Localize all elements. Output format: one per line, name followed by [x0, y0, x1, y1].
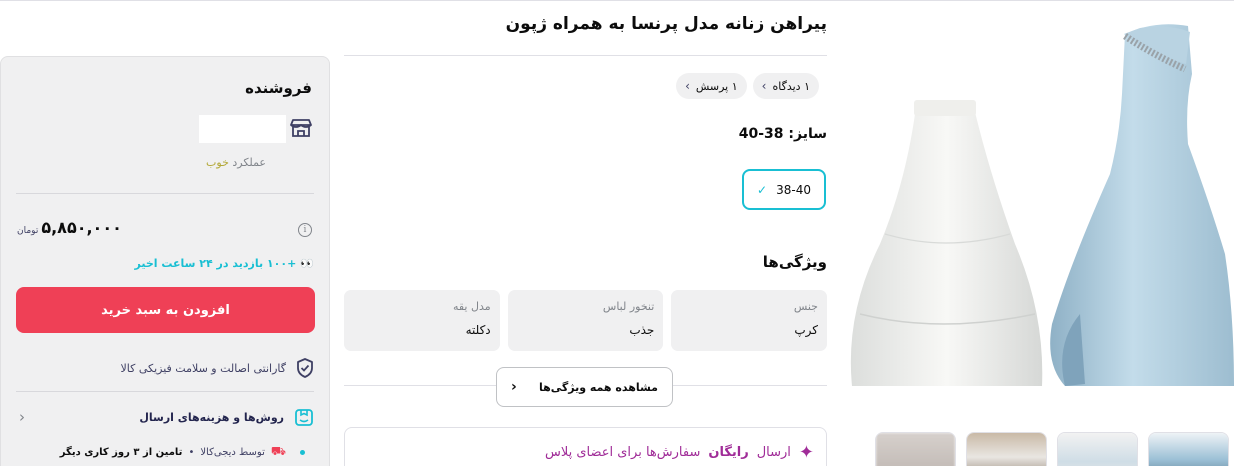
- seller-performance: عملکرد خوب: [206, 156, 266, 169]
- delivery-info: ⛟ توسط دیجی‌کالا • تامین از ۳ روز کاری د…: [60, 444, 305, 460]
- see-all-features-button[interactable]: مشاهده همه ویژگی‌ها ‹: [496, 367, 673, 407]
- see-all-label: مشاهده همه ویژگی‌ها: [538, 380, 658, 394]
- chevron-left-icon: ‹: [511, 379, 517, 395]
- feature-value: کرپ: [794, 323, 818, 337]
- product-gallery: [840, 0, 1234, 466]
- thumbnail-image-blurred[interactable]: [875, 432, 956, 466]
- feature-key: مدل یقه: [452, 300, 491, 313]
- feature-card: جنس کرپ: [671, 290, 827, 351]
- chevron-left-icon: ‹: [19, 408, 25, 426]
- store-icon: [290, 119, 312, 137]
- review-question-chips: ۱ دیدگاه › ۱ پرسش ›: [676, 73, 819, 99]
- product-info: پیراهن زنانه مدل پرنسا به همراه ژپون ۱ د…: [343, 0, 827, 466]
- shield-check-icon: [297, 358, 313, 378]
- truck-icon: ⛟: [270, 444, 286, 458]
- feature-value: دکلته: [465, 323, 491, 337]
- product-title: پیراهن زنانه مدل پرنسا به همراه ژپون: [505, 14, 827, 34]
- visits-badge: 👀 +۱۰۰ بازدید در ۲۴ ساعت اخیر: [134, 257, 314, 270]
- visits-text: +۱۰۰ بازدید در ۲۴ ساعت اخیر: [134, 257, 297, 270]
- free-ship-prefix: ارسال: [756, 444, 791, 460]
- delivery-by: توسط دیجی‌کالا: [200, 446, 265, 458]
- free-ship-suffix: سفارش‌ها برای اعضای پلاس: [544, 444, 701, 460]
- guarantee-text: گارانتی اصالت و سلامت فیزیکی کالا: [120, 361, 287, 375]
- check-icon: ✓: [757, 182, 768, 197]
- thumbnail-image[interactable]: [1148, 432, 1229, 466]
- shipping-title: روش‌ها و هزینه‌های ارسال: [139, 410, 284, 424]
- divider: [344, 55, 827, 56]
- seller-name-placeholder[interactable]: [199, 115, 286, 143]
- guarantee-row: گارانتی اصالت و سلامت فیزیکی کالا: [121, 358, 315, 378]
- size-option-selected[interactable]: 38-40 ✓: [742, 169, 826, 210]
- feature-value: جذب: [629, 323, 655, 337]
- free-shipping-banner[interactable]: ✦ ارسال رایگان سفارش‌ها برای اعضای پلاس: [344, 427, 827, 466]
- delivery-eta: تامین از ۳ روز کاری دیگر: [59, 446, 183, 458]
- divider: [16, 391, 314, 392]
- add-to-cart-button[interactable]: افزودن به سبد خرید: [16, 287, 315, 333]
- size-option-label: 38-40: [776, 182, 811, 197]
- plus-sparkle-icon: ✦: [798, 441, 814, 463]
- feature-card: تنخور لباس جذب: [507, 290, 664, 351]
- divider: [16, 193, 314, 194]
- features-title: ویژگی‌ها: [762, 253, 827, 271]
- thumbnail-image[interactable]: [966, 432, 1047, 466]
- price: تومان ۵,۸۵۰,۰۰۰: [17, 218, 122, 237]
- reviews-chip[interactable]: ۱ دیدگاه ›: [752, 73, 819, 99]
- shipping-box-icon: [295, 409, 313, 426]
- performance-label: عملکرد: [232, 156, 266, 169]
- chevron-left-icon: ›: [685, 79, 690, 93]
- buy-box: فروشنده عملکرد خوب i تومان ۵,۸۵۰,۰۰۰ 👀 +…: [0, 56, 330, 466]
- feature-key: تنخور لباس: [602, 300, 655, 313]
- performance-value: خوب: [206, 156, 229, 169]
- size-label: سایز: 38-40: [738, 126, 827, 142]
- chip-label: ۱ پرسش: [695, 79, 738, 93]
- bullet-dot: [300, 449, 305, 455]
- currency-label: تومان: [17, 226, 39, 236]
- seller-title: فروشنده: [245, 79, 312, 97]
- features-grid: جنس کرپ تنخور لباس جذب مدل یقه دکلته: [343, 290, 827, 351]
- shipping-methods-row[interactable]: روش‌ها و هزینه‌های ارسال ‹: [19, 407, 314, 427]
- eyes-icon: 👀: [300, 257, 314, 270]
- price-amount: ۵,۸۵۰,۰۰۰: [41, 218, 122, 237]
- chip-label: ۱ دیدگاه: [772, 79, 810, 93]
- thumbnail-image[interactable]: [1057, 432, 1138, 466]
- info-icon[interactable]: i: [298, 223, 312, 237]
- chevron-left-icon: ›: [761, 79, 767, 93]
- feature-card: مدل یقه دکلته: [343, 290, 500, 351]
- thumbnail-strip: [875, 432, 1229, 466]
- questions-chip[interactable]: ۱ پرسش ›: [676, 73, 747, 99]
- free-ship-highlight: رایگان: [708, 444, 749, 460]
- feature-key: جنس: [793, 300, 818, 313]
- product-main-image[interactable]: [840, 14, 1234, 394]
- delivery-separator: •: [188, 446, 195, 458]
